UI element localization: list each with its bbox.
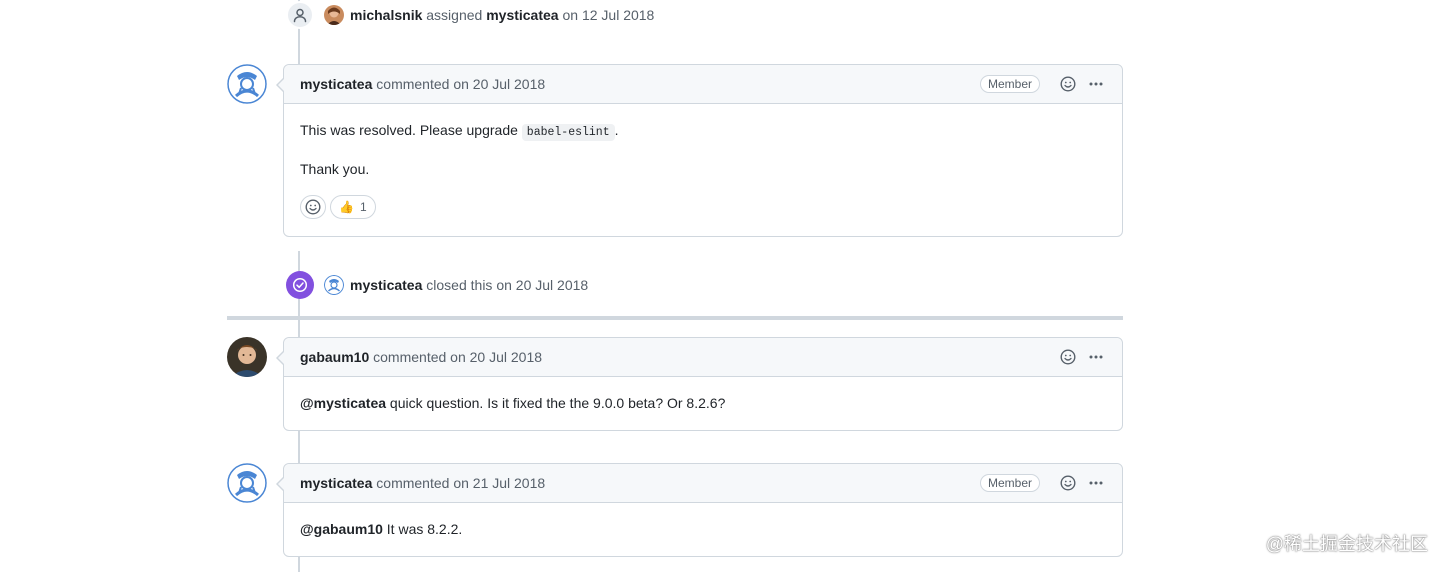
comment-card: gabaum10 commented on 20 Jul 2018 @mysti… <box>276 337 1123 431</box>
reaction-count: 1 <box>359 200 367 214</box>
comment-timestamp[interactable]: commented on 20 Jul 2018 <box>376 76 545 92</box>
assigned-event: michalsnik assigned mysticatea on 12 Jul… <box>286 1 654 29</box>
comment-timestamp[interactable]: commented on 20 Jul 2018 <box>373 349 542 365</box>
event-actor-link[interactable]: michalsnik <box>350 7 422 23</box>
event-date[interactable]: on 12 Jul 2018 <box>562 7 654 23</box>
comment-card: mysticatea commented on 21 Jul 2018 Memb… <box>276 463 1123 557</box>
comment-text: This was resolved. Please upgrade <box>300 122 522 138</box>
comment-header: mysticatea commented on 21 Jul 2018 Memb… <box>284 464 1122 503</box>
comment-paragraph: @mysticatea quick question. Is it fixed … <box>300 393 1106 413</box>
event-verb: closed this <box>426 277 493 293</box>
smiley-icon[interactable] <box>1058 347 1078 367</box>
comment-body: This was resolved. Please upgrade babel-… <box>284 104 1122 235</box>
smiley-icon <box>305 199 321 215</box>
kebab-horizontal-icon[interactable] <box>1086 347 1106 367</box>
comment-timestamp[interactable]: commented on 21 Jul 2018 <box>376 475 545 491</box>
event-verb: assigned <box>426 7 483 23</box>
mention-link[interactable]: @gabaum10 <box>300 521 383 537</box>
smiley-icon[interactable] <box>1058 74 1078 94</box>
comment-author-link[interactable]: mysticatea <box>300 475 372 491</box>
comment-header: gabaum10 commented on 20 Jul 2018 <box>284 338 1122 377</box>
smiley-icon[interactable] <box>1058 473 1078 493</box>
kebab-horizontal-icon[interactable] <box>1086 473 1106 493</box>
comment-text: It was 8.2.2. <box>382 521 463 537</box>
comment-paragraph: @gabaum10 It was 8.2.2. <box>300 519 1106 539</box>
event-date[interactable]: on 20 Jul 2018 <box>496 277 588 293</box>
check-circle-icon <box>286 271 314 299</box>
member-badge: Member <box>979 75 1040 93</box>
avatar[interactable] <box>324 275 344 295</box>
add-reaction-button[interactable] <box>300 195 326 219</box>
comment-body: @gabaum10 It was 8.2.2. <box>284 503 1122 555</box>
comment-text: quick question. Is it fixed the the 9.0.… <box>386 395 726 411</box>
avatar[interactable] <box>227 64 267 104</box>
kebab-horizontal-icon[interactable] <box>1086 74 1106 94</box>
avatar[interactable] <box>324 5 344 25</box>
timeline-divider <box>227 316 1123 320</box>
timeline-gap <box>290 237 310 251</box>
comment-card: mysticatea commented on 20 Jul 2018 Memb… <box>276 64 1123 237</box>
reactions-bar: 👍 1 <box>300 195 1106 219</box>
member-badge: Member <box>979 474 1040 492</box>
avatar[interactable] <box>227 463 267 503</box>
comment-author-link[interactable]: mysticatea <box>300 76 372 92</box>
mention-link[interactable]: @mysticatea <box>300 395 386 411</box>
comment-text: . <box>614 122 619 138</box>
comment-header: mysticatea commented on 20 Jul 2018 Memb… <box>284 65 1122 104</box>
comment-paragraph: This was resolved. Please upgrade babel-… <box>300 120 1106 143</box>
watermark: @稀土掘金技术社区 <box>1265 534 1428 554</box>
person-icon <box>286 1 314 29</box>
thumbs-up-icon: 👍 <box>339 200 354 214</box>
comment-author-link[interactable]: gabaum10 <box>300 349 369 365</box>
avatar[interactable] <box>227 337 267 377</box>
event-target-link[interactable]: mysticatea <box>486 7 558 23</box>
event-actor-link[interactable]: mysticatea <box>350 277 422 293</box>
comment-body: @mysticatea quick question. Is it fixed … <box>284 377 1122 429</box>
closed-event: mysticatea closed this on 20 Jul 2018 <box>286 271 588 299</box>
inline-code: babel-eslint <box>521 124 615 141</box>
thumbs-up-reaction-button[interactable]: 👍 1 <box>330 195 376 219</box>
comment-paragraph: Thank you. <box>300 161 370 177</box>
